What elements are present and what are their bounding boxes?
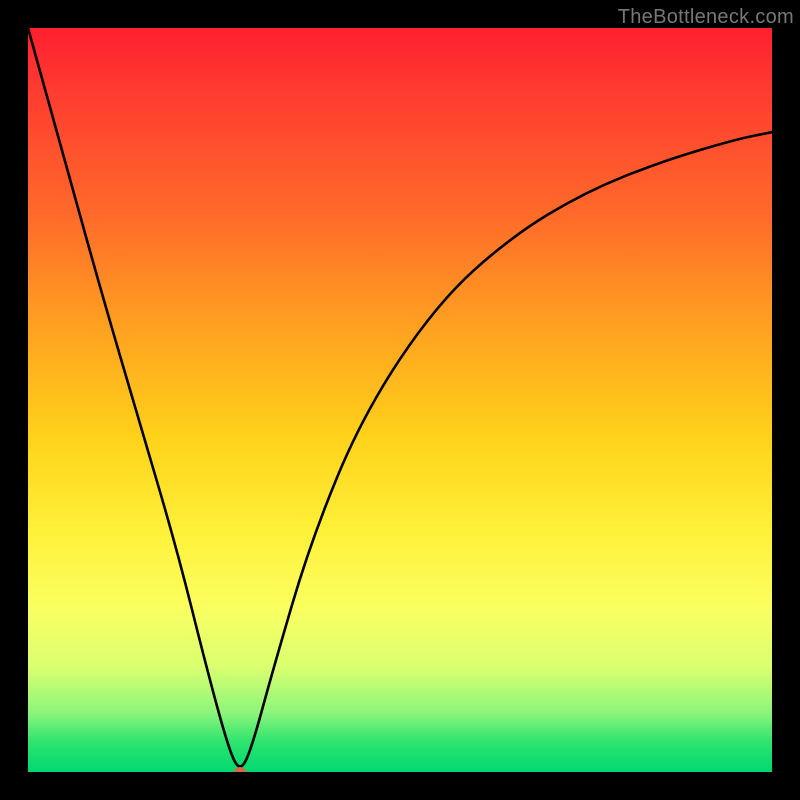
optimal-point-marker bbox=[234, 767, 246, 772]
watermark-text: TheBottleneck.com bbox=[618, 6, 794, 29]
bottleneck-curve bbox=[28, 28, 772, 772]
plot-area bbox=[28, 28, 772, 772]
chart-frame: TheBottleneck.com bbox=[0, 0, 800, 800]
